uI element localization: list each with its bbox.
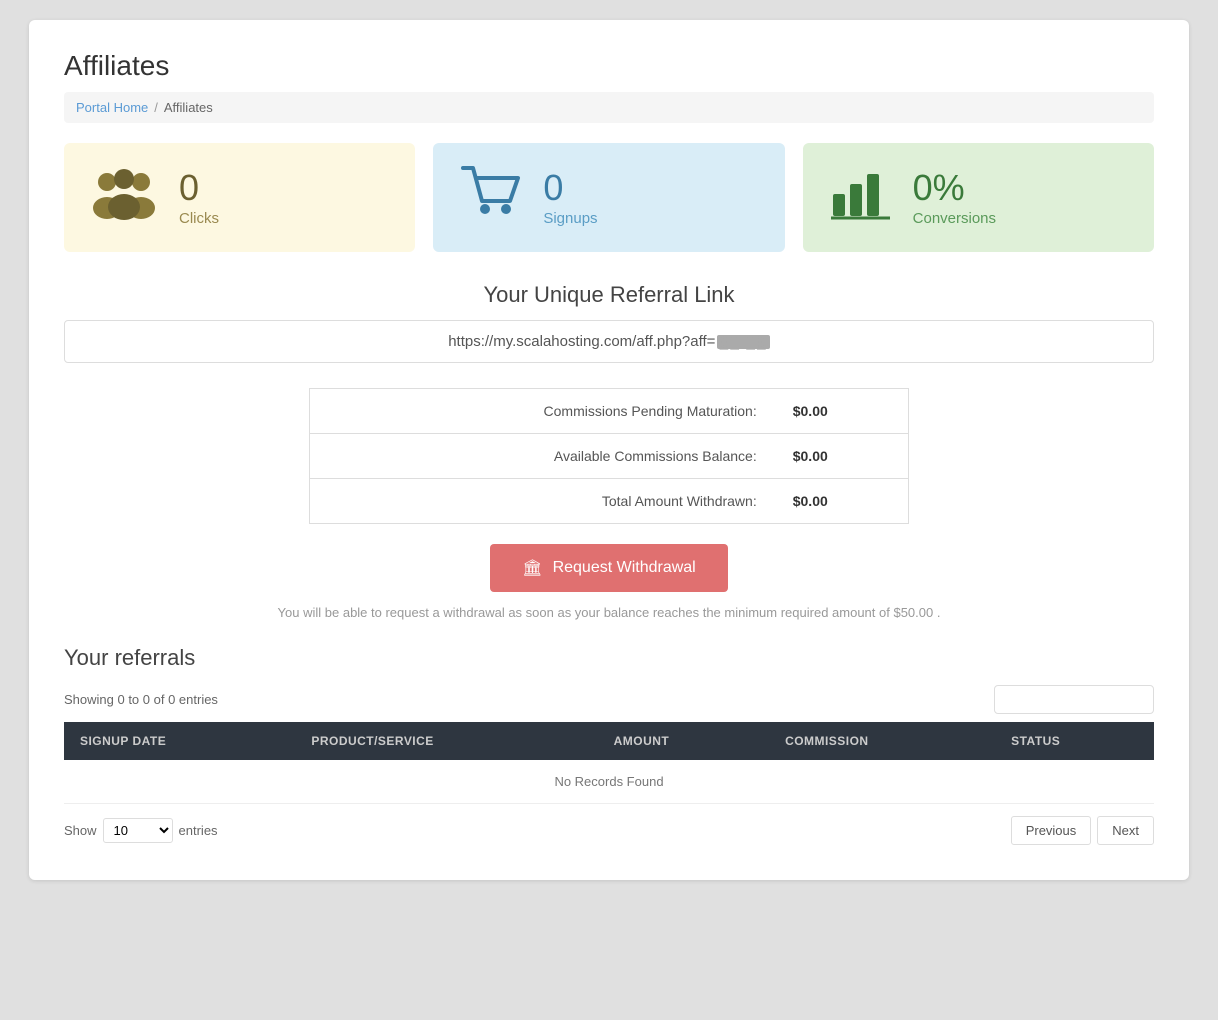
search-input[interactable] [994, 685, 1154, 714]
stat-info-clicks: 0 Clicks [179, 168, 219, 227]
breadcrumb-separator: / [154, 100, 158, 115]
show-entries: Show 10 25 50 100 entries [64, 818, 218, 843]
referral-link-box[interactable]: https://my.scalahosting.com/aff.php?aff=… [64, 320, 1154, 363]
page-title: Affiliates [64, 50, 1154, 82]
table-controls: Showing 0 to 0 of 0 entries [64, 685, 1154, 714]
cart-icon [458, 163, 523, 232]
stat-card-clicks: 0 Clicks [64, 143, 415, 252]
withdrawal-section: 🏛 Request Withdrawal You will be able to… [64, 544, 1154, 620]
referral-link-masked: ▓▓ ▓▓ [717, 335, 769, 349]
show-label: Show [64, 823, 97, 838]
commissions-table: Commissions Pending Maturation: $0.00 Av… [309, 388, 909, 524]
col-product-service: PRODUCT/SERVICE [295, 722, 597, 760]
referral-title: Your Unique Referral Link [64, 282, 1154, 308]
commission-label-1: Commissions Pending Maturation: [310, 389, 777, 434]
commission-row-3: Total Amount Withdrawn: $0.00 [310, 479, 909, 524]
commission-label-3: Total Amount Withdrawn: [310, 479, 777, 524]
commission-label-2: Available Commissions Balance: [310, 434, 777, 479]
conversions-label: Conversions [913, 210, 996, 227]
commission-row-1: Commissions Pending Maturation: $0.00 [310, 389, 909, 434]
stat-info-signups: 0 Signups [543, 168, 597, 227]
no-records-cell: No Records Found [64, 760, 1154, 804]
next-button[interactable]: Next [1097, 816, 1154, 845]
withdrawal-button-label: Request Withdrawal [553, 559, 696, 577]
commission-value-3: $0.00 [777, 479, 909, 524]
referrals-title: Your referrals [64, 645, 1154, 671]
entries-label: entries [179, 823, 218, 838]
stat-info-conversions: 0% Conversions [913, 168, 996, 227]
table-header-row: SIGNUP DATE PRODUCT/SERVICE AMOUNT COMMI… [64, 722, 1154, 760]
col-amount: AMOUNT [598, 722, 769, 760]
referrals-table: SIGNUP DATE PRODUCT/SERVICE AMOUNT COMMI… [64, 722, 1154, 804]
col-status: STATUS [995, 722, 1154, 760]
col-commission: COMMISSION [769, 722, 995, 760]
pagination: Previous Next [1011, 816, 1154, 845]
col-signup-date: SIGNUP DATE [64, 722, 295, 760]
commission-row-2: Available Commissions Balance: $0.00 [310, 434, 909, 479]
people-icon [89, 166, 159, 230]
stats-row: 0 Clicks 0 Signups [64, 143, 1154, 252]
referral-link-text: https://my.scalahosting.com/aff.php?aff= [448, 333, 715, 350]
no-records-row: No Records Found [64, 760, 1154, 804]
referrals-section: Your referrals Showing 0 to 0 of 0 entri… [64, 645, 1154, 845]
main-card: Affiliates Portal Home / Affiliates [29, 20, 1189, 880]
stat-card-signups: 0 Signups [433, 143, 784, 252]
chart-icon [828, 164, 893, 232]
signups-label: Signups [543, 210, 597, 227]
breadcrumb-home[interactable]: Portal Home [76, 100, 148, 115]
conversions-value: 0% [913, 168, 965, 208]
clicks-label: Clicks [179, 210, 219, 227]
breadcrumb: Portal Home / Affiliates [64, 92, 1154, 123]
entries-select[interactable]: 10 25 50 100 [103, 818, 173, 843]
withdrawal-note: You will be able to request a withdrawal… [278, 605, 941, 620]
request-withdrawal-button[interactable]: 🏛 Request Withdrawal [490, 544, 727, 592]
referral-section: Your Unique Referral Link https://my.sca… [64, 282, 1154, 363]
previous-button[interactable]: Previous [1011, 816, 1092, 845]
clicks-value: 0 [179, 168, 199, 208]
stat-card-conversions: 0% Conversions [803, 143, 1154, 252]
commission-value-1: $0.00 [777, 389, 909, 434]
commission-value-2: $0.00 [777, 434, 909, 479]
table-footer: Show 10 25 50 100 entries Previous Next [64, 816, 1154, 845]
breadcrumb-current: Affiliates [164, 100, 213, 115]
bank-icon: 🏛 [522, 558, 542, 578]
signups-value: 0 [543, 168, 563, 208]
showing-text: Showing 0 to 0 of 0 entries [64, 692, 218, 707]
